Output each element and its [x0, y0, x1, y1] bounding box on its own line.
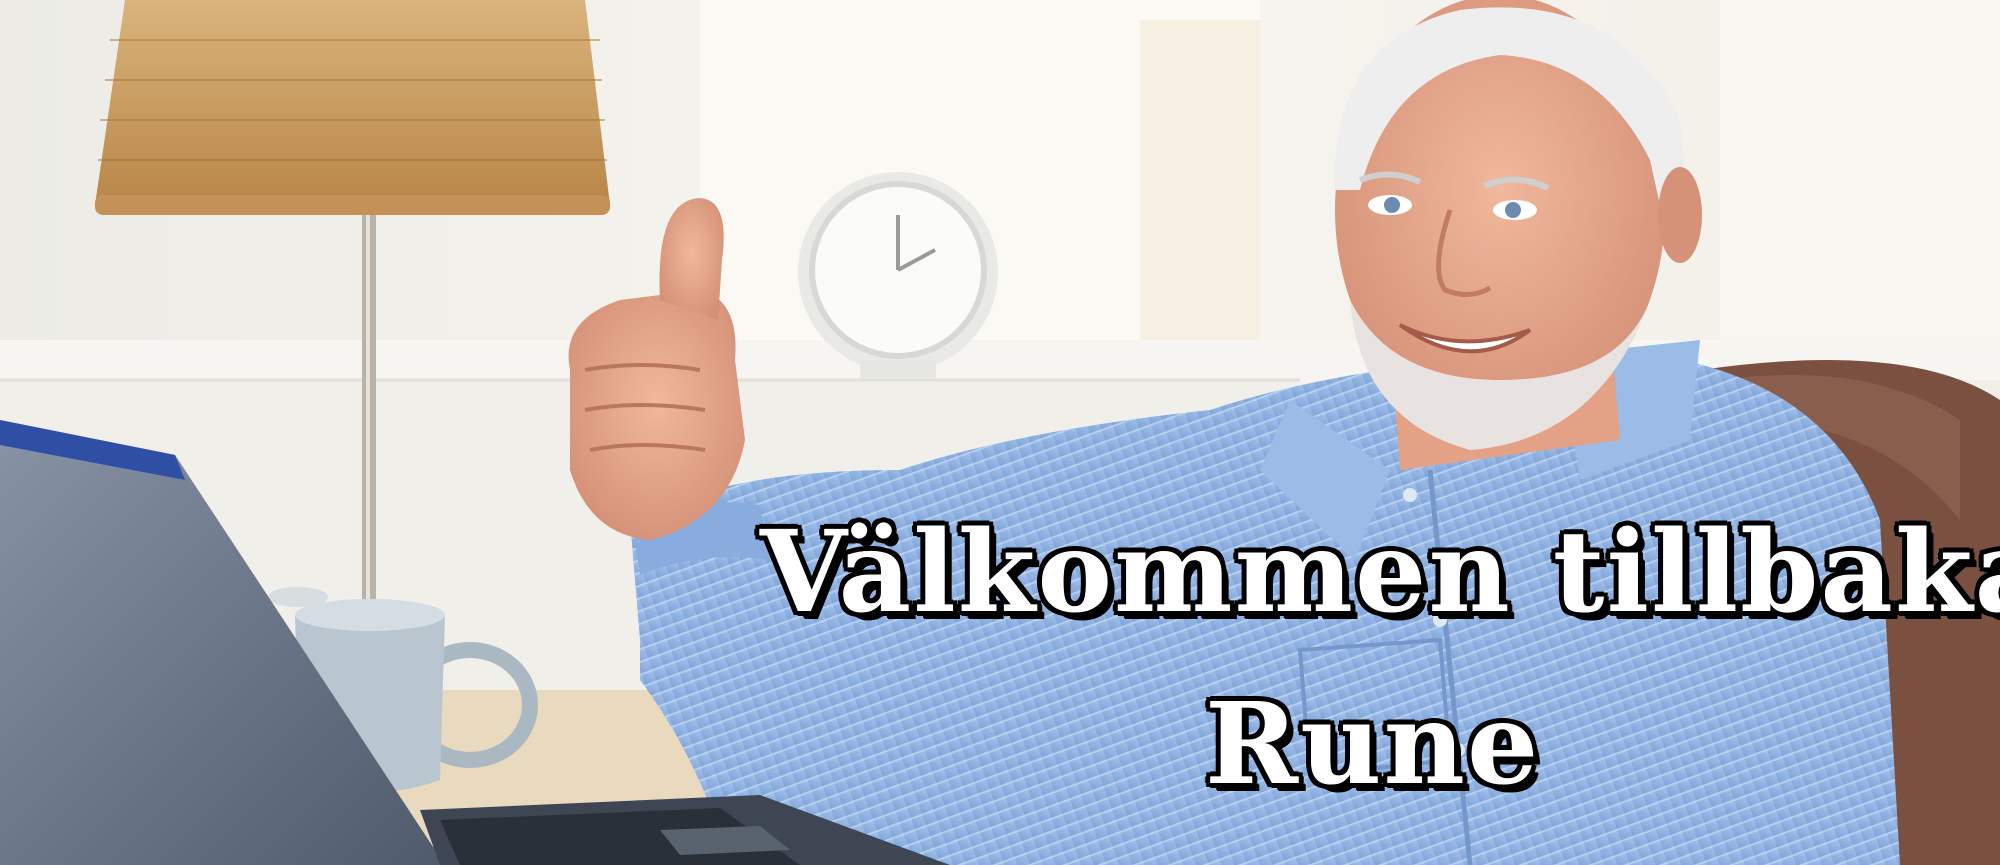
meme-scene: Välkommen tillbaka Rune: [0, 0, 2000, 865]
photo-illustration: [0, 0, 2000, 865]
